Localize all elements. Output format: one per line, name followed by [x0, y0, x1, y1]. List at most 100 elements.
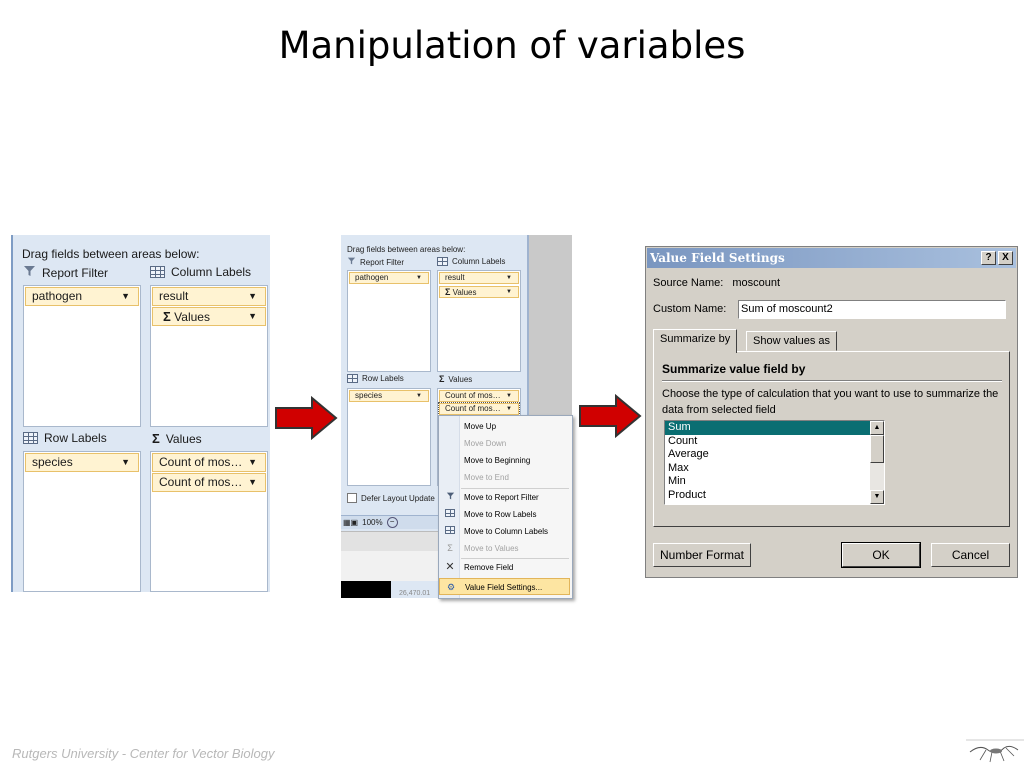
scroll-up-icon[interactable]: ▲	[870, 421, 884, 435]
view-buttons-icon[interactable]: ▦▣	[343, 518, 358, 527]
list-item-min[interactable]: Min	[665, 475, 870, 489]
column-labels-label: Column Labels	[452, 257, 506, 266]
dropdown-arrow-icon[interactable]: ▼	[416, 391, 422, 401]
list-item-count[interactable]: Count	[665, 435, 870, 449]
column-labels-zone[interactable]: result ▼ Σ Values ▼	[437, 270, 521, 372]
defer-label: Defer Layout Update	[361, 493, 435, 503]
field-values[interactable]: Σ Values ▼	[439, 286, 519, 298]
menu-item-move-down[interactable]: Move Down	[439, 435, 570, 452]
menu-item-move-to-report-filter[interactable]: Move to Report Filter	[439, 489, 570, 506]
values-heading: Σ Values	[152, 431, 202, 446]
sigma-icon: Σ	[445, 287, 451, 297]
field-label: result	[159, 289, 189, 303]
menu-label: Move to Column Labels	[464, 527, 549, 536]
menu-item-move-up[interactable]: Move Up	[439, 418, 570, 435]
sigma-icon: Σ	[163, 309, 171, 324]
source-name-row: Source Name: moscount	[653, 277, 780, 289]
filter-icon	[444, 489, 456, 506]
list-item-max[interactable]: Max	[665, 462, 870, 476]
field-species[interactable]: species ▼	[349, 390, 429, 402]
values-zone[interactable]: Count of mos… ▼ Count of mos… ▼	[150, 451, 268, 592]
dropdown-arrow-icon[interactable]: ▼	[506, 273, 512, 283]
field-label: pathogen	[355, 273, 389, 282]
row-labels-zone[interactable]: species ▼	[23, 451, 141, 592]
tab-summarize-by[interactable]: Summarize by	[653, 329, 738, 353]
help-button[interactable]: ?	[981, 251, 996, 265]
summarize-function-list[interactable]: Sum Count Average Max Min Product ▲ ▼	[664, 420, 885, 505]
field-label: pathogen	[32, 289, 83, 303]
row-labels-zone[interactable]: species ▼	[347, 388, 431, 486]
field-count-of-moscount-2[interactable]: Count of mos… ▼	[438, 402, 520, 416]
menu-label: Value Field Settings...	[465, 583, 543, 592]
report-filter-label: Report Filter	[360, 257, 405, 267]
dialog-title: Value Field Settings	[650, 251, 785, 265]
report-filter-zone[interactable]: pathogen ▼	[347, 270, 431, 372]
menu-item-move-to-values[interactable]: Σ Move to Values	[439, 540, 570, 557]
dropdown-arrow-icon[interactable]: ▼	[248, 288, 257, 305]
defer-layout-update[interactable]: Defer Layout Update	[347, 493, 435, 503]
dropdown-arrow-icon[interactable]: ▼	[248, 308, 257, 325]
worksheet-background	[529, 235, 572, 415]
scroll-thumb[interactable]	[870, 435, 884, 463]
dropdown-arrow-icon[interactable]: ▼	[506, 404, 512, 414]
dropdown-arrow-icon[interactable]: ▼	[506, 391, 512, 401]
dropdown-arrow-icon[interactable]: ▼	[121, 454, 130, 471]
menu-item-move-to-row-labels[interactable]: Move to Row Labels	[439, 506, 570, 523]
field-result[interactable]: result ▼	[152, 287, 266, 306]
dropdown-arrow-icon[interactable]: ▼	[416, 273, 422, 283]
menu-item-move-to-beginning[interactable]: Move to Beginning	[439, 452, 570, 469]
values-label: Values	[165, 431, 202, 446]
right-arrow-icon	[275, 396, 338, 440]
dropdown-arrow-icon[interactable]: ▼	[506, 287, 512, 297]
zoom-out-icon[interactable]: −	[386, 517, 398, 528]
row-labels-heading: Row Labels	[23, 431, 107, 445]
custom-name-input[interactable]: Sum of moscount2	[738, 300, 1006, 319]
number-format-button[interactable]: Number Format	[653, 543, 751, 567]
field-label: Values	[452, 288, 477, 297]
field-values[interactable]: Σ Values ▼	[152, 307, 266, 326]
menu-item-value-field-settings[interactable]: ⚙ Value Field Settings...	[439, 578, 570, 595]
menu-label: Move to Row Labels	[464, 510, 537, 519]
field-context-menu: Move Up Move Down Move to Beginning Move…	[438, 415, 573, 599]
row-labels-icon	[444, 506, 456, 523]
menu-label: Move Up	[464, 422, 497, 431]
field-count-of-moscount[interactable]: Count of mos… ▼	[439, 390, 519, 402]
close-button[interactable]: X	[998, 251, 1013, 265]
dropdown-arrow-icon[interactable]: ▼	[248, 454, 257, 471]
tab-show-values-as[interactable]: Show values as	[746, 331, 838, 351]
menu-item-move-to-end[interactable]: Move to End	[439, 469, 570, 486]
list-item-product[interactable]: Product	[665, 489, 870, 503]
menu-item-move-to-column-labels[interactable]: Move to Column Labels	[439, 523, 570, 540]
group-title: Summarize value field by	[662, 362, 806, 376]
title-bar: Value Field Settings ? X	[647, 248, 1016, 268]
field-count-of-moscount[interactable]: Count of mos… ▼	[152, 453, 266, 472]
filter-icon	[347, 257, 356, 267]
status-bar: ▦▣ 100% −	[341, 515, 439, 529]
list-item-average[interactable]: Average	[665, 448, 870, 462]
field-pathogen[interactable]: pathogen ▼	[25, 287, 139, 306]
ok-button[interactable]: OK	[841, 542, 921, 568]
field-species[interactable]: species ▼	[25, 453, 139, 472]
scroll-down-icon[interactable]: ▼	[870, 490, 884, 504]
settings-icon: ⚙	[446, 582, 456, 592]
column-labels-zone[interactable]: result ▼ Σ Values ▼	[150, 285, 268, 427]
defer-checkbox[interactable]	[347, 493, 357, 503]
black-region	[341, 581, 391, 598]
dropdown-arrow-icon[interactable]: ▼	[121, 288, 130, 305]
row-labels-icon	[23, 432, 38, 444]
footer-text: Rutgers University - Center for Vector B…	[12, 746, 275, 761]
field-result[interactable]: result ▼	[439, 272, 519, 284]
cancel-button[interactable]: Cancel	[931, 543, 1010, 567]
sigma-icon: Σ	[447, 543, 453, 553]
sigma-icon: Σ	[439, 374, 445, 384]
field-count-of-moscount-2[interactable]: Count of mos… ▼	[152, 473, 266, 492]
dropdown-arrow-icon[interactable]: ▼	[248, 474, 257, 491]
menu-item-remove-field[interactable]: ✕ Remove Field	[439, 559, 570, 576]
field-label: result	[445, 273, 465, 282]
report-filter-zone[interactable]: pathogen ▼	[23, 285, 141, 427]
list-item-sum[interactable]: Sum	[665, 421, 870, 435]
field-pathogen[interactable]: pathogen ▼	[349, 272, 429, 284]
column-labels-icon	[437, 257, 448, 266]
menu-label: Move to End	[464, 473, 509, 482]
list-scrollbar[interactable]: ▲ ▼	[870, 421, 884, 504]
